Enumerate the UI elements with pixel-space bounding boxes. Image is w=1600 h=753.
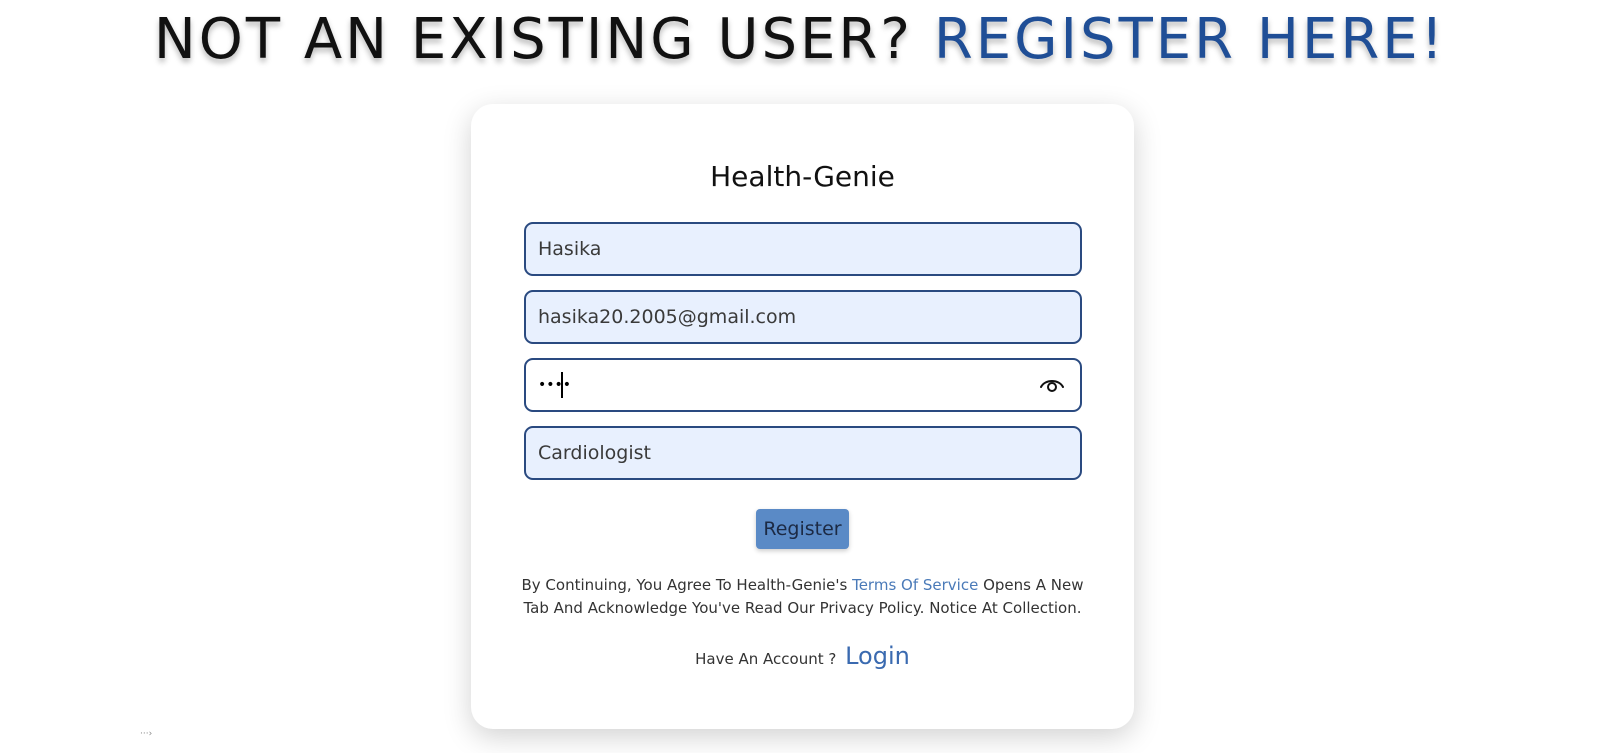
name-field[interactable]: Hasika <box>524 222 1082 276</box>
chevron-right-icon: ···› <box>140 729 153 739</box>
eye-icon[interactable] <box>1040 374 1064 396</box>
page-heading: NOT AN EXISTING USER? REGISTER HERE! <box>0 4 1600 76</box>
have-account-text: Have An Account ? <box>695 650 837 668</box>
register-here-link[interactable]: REGISTER HERE! <box>934 7 1446 72</box>
email-value: hasika20.2005@gmail.com <box>538 306 797 328</box>
login-link[interactable]: Login <box>845 642 910 670</box>
terms-text-before: By Continuing, You Agree To Health-Genie… <box>521 576 853 594</box>
password-mask: •••• <box>538 377 572 393</box>
terms-of-service-link[interactable]: Terms Of Service <box>852 576 978 594</box>
brand-title: Health-Genie <box>710 160 895 193</box>
have-account-row: Have An Account ? Login <box>471 642 1134 670</box>
name-value: Hasika <box>538 238 602 260</box>
heading-prefix: NOT AN EXISTING USER? <box>153 7 914 72</box>
terms-notice: By Continuing, You Agree To Health-Genie… <box>516 574 1089 620</box>
register-card: Health-Genie Hasika hasika20.2005@gmail.… <box>471 104 1134 729</box>
register-button[interactable]: Register <box>756 509 849 549</box>
email-field[interactable]: hasika20.2005@gmail.com <box>524 290 1082 344</box>
password-field[interactable]: •••• <box>524 358 1082 412</box>
specialization-value: Cardiologist <box>538 442 651 464</box>
text-caret <box>561 372 563 398</box>
specialization-field[interactable]: Cardiologist <box>524 426 1082 480</box>
